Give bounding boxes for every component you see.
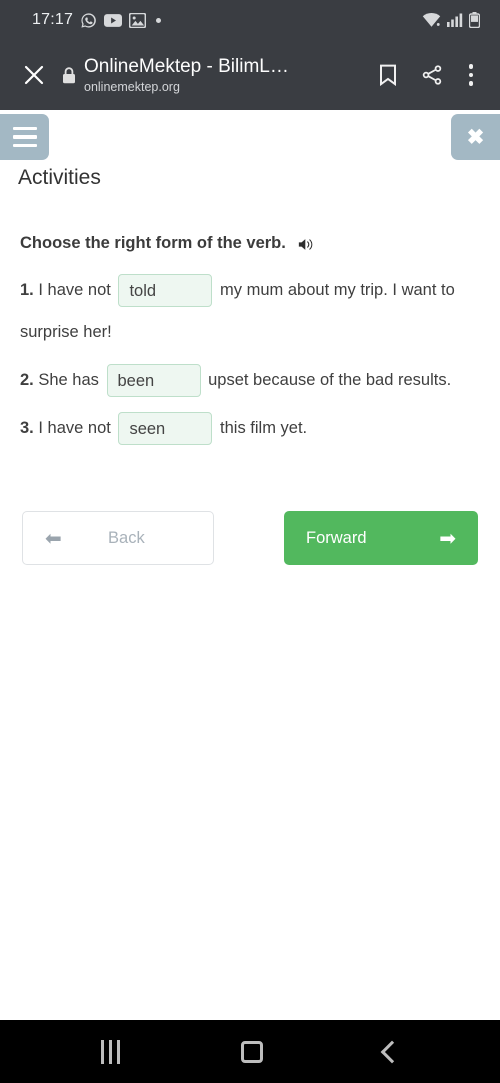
close-icon bbox=[24, 65, 44, 85]
back-button-icon[interactable] bbox=[380, 1040, 403, 1063]
answer-blank-input[interactable]: told bbox=[118, 274, 213, 308]
hamburger-bar bbox=[12, 126, 37, 131]
wifi-icon bbox=[422, 12, 441, 27]
page-controls-row: ✖ bbox=[0, 110, 500, 160]
bookmark-button[interactable] bbox=[366, 53, 410, 97]
close-tab-button[interactable] bbox=[12, 53, 56, 97]
question-item: 1. I have not told my mum about my trip.… bbox=[20, 269, 480, 353]
bookmark-icon bbox=[380, 64, 396, 86]
navigation-buttons-row: ⬅ Back Forward ➡ bbox=[0, 511, 500, 565]
question-text-after: upset because of the bad results. bbox=[208, 371, 452, 389]
battery-icon bbox=[469, 12, 480, 28]
status-bar-right bbox=[422, 12, 480, 28]
forward-button[interactable]: Forward ➡ bbox=[284, 511, 478, 565]
cellular-signal-icon bbox=[447, 13, 463, 27]
gallery-icon bbox=[129, 12, 147, 28]
web-page-content: ✖ Activities Choose the right form of th… bbox=[0, 110, 500, 1020]
answer-blank-input[interactable]: seen bbox=[118, 412, 213, 446]
youtube-icon bbox=[104, 13, 123, 27]
exercise-instruction: Choose the right form of the verb. bbox=[20, 234, 286, 252]
sidebar-menu-button[interactable] bbox=[0, 114, 49, 160]
android-navigation-bar bbox=[0, 1020, 500, 1083]
notification-dot bbox=[156, 17, 162, 23]
hamburger-bar bbox=[12, 143, 37, 148]
question-number: 2. bbox=[20, 371, 34, 389]
back-button-label: Back bbox=[108, 528, 145, 547]
exercise-container: Choose the right form of the verb. 1. I … bbox=[0, 234, 500, 449]
question-text-before: I have not bbox=[38, 281, 111, 299]
arrow-left-icon: ⬅ bbox=[45, 527, 62, 550]
answer-blank-input[interactable]: been bbox=[106, 364, 201, 398]
status-clock: 17:17 bbox=[32, 11, 74, 28]
lock-icon bbox=[63, 66, 75, 83]
whatsapp-icon bbox=[81, 12, 96, 28]
hamburger-bar bbox=[12, 135, 37, 139]
back-button[interactable]: ⬅ Back bbox=[22, 511, 214, 565]
close-activity-button[interactable]: ✖ bbox=[451, 114, 500, 160]
question-text-before: I have not bbox=[38, 419, 111, 437]
exercise-instruction-row: Choose the right form of the verb. bbox=[20, 234, 480, 253]
page-title-text: OnlineMektep - BilimL… bbox=[84, 55, 289, 77]
speaker-icon[interactable] bbox=[298, 235, 315, 252]
question-text-after: this film yet. bbox=[220, 419, 308, 437]
page-heading: Activities bbox=[18, 166, 101, 189]
browser-toolbar: OnlineMektep - BilimL… onlinemektep.org bbox=[0, 40, 500, 110]
overflow-menu-button[interactable] bbox=[454, 53, 488, 97]
home-button-icon[interactable] bbox=[240, 1040, 263, 1063]
question-text-before: She has bbox=[38, 371, 99, 389]
share-icon bbox=[422, 65, 442, 85]
site-security-indicator bbox=[56, 66, 82, 84]
question-number: 1. bbox=[20, 281, 34, 299]
arrow-right-icon: ➡ bbox=[439, 527, 456, 550]
question-number: 3. bbox=[20, 419, 34, 437]
share-button[interactable] bbox=[410, 53, 454, 97]
overflow-menu-icon bbox=[468, 64, 474, 86]
forward-button-label: Forward bbox=[306, 528, 367, 547]
android-status-bar: 17:17 bbox=[0, 0, 500, 40]
page-url-text: onlinemektep.org bbox=[84, 79, 180, 94]
phone-screen: 17:17 OnlineMektep - BilimL… onlinemekte… bbox=[0, 0, 500, 1083]
question-item: 3. I have not seen this film yet. bbox=[20, 407, 480, 449]
recents-button-icon[interactable] bbox=[100, 1039, 120, 1064]
status-bar-left: 17:17 bbox=[32, 11, 162, 29]
question-item: 2. She has been upset because of the bad… bbox=[20, 359, 480, 401]
address-bar[interactable]: OnlineMektep - BilimL… onlinemektep.org bbox=[84, 56, 366, 94]
